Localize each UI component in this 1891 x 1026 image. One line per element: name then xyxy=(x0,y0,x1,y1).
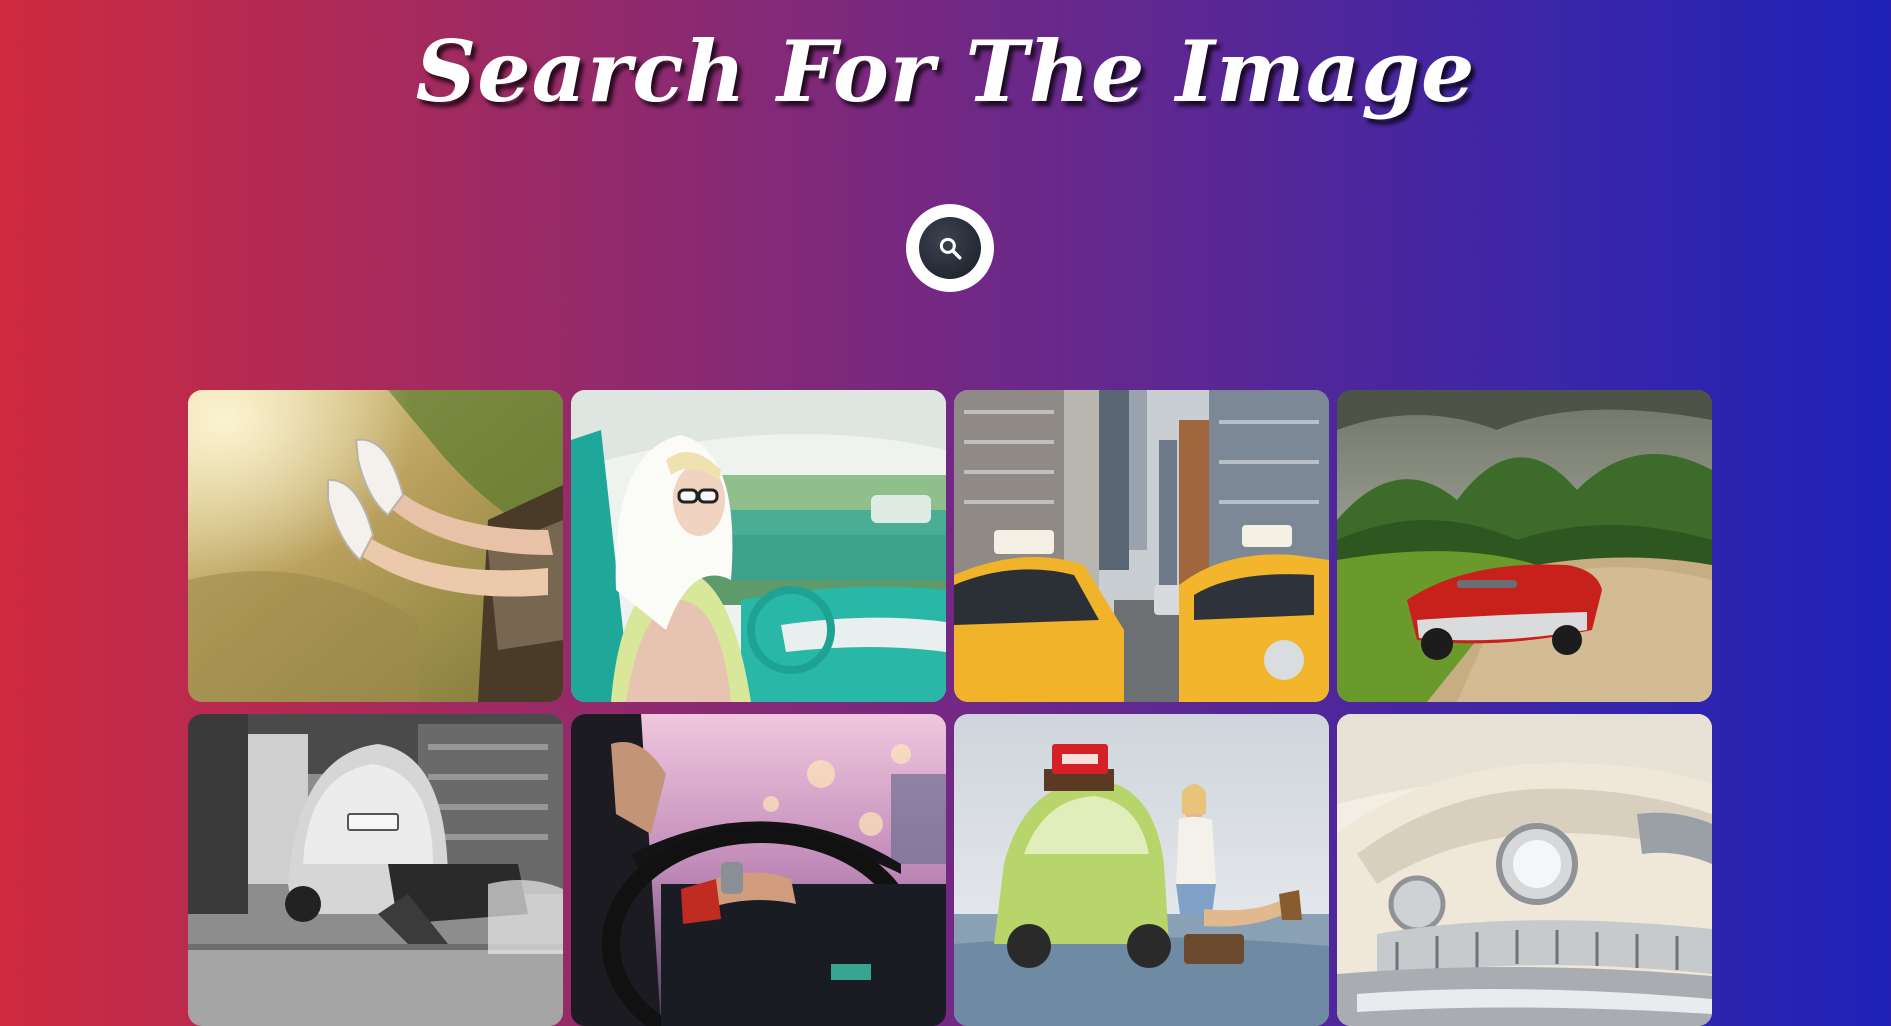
gallery-image-retro-driver[interactable] xyxy=(571,390,946,702)
search-icon xyxy=(939,237,962,260)
page-title: Search For The Image xyxy=(415,22,1476,121)
retro-driver-photo xyxy=(571,390,946,702)
gallery-image-beach-beetle[interactable] xyxy=(954,714,1329,1026)
gallery-image-taxis[interactable] xyxy=(954,390,1329,702)
gallery-image-red-convertible[interactable] xyxy=(1337,390,1712,702)
taxis-photo xyxy=(954,390,1329,702)
steering-wheel-photo xyxy=(571,714,946,1026)
gallery-image-bw-garage[interactable] xyxy=(188,714,563,1026)
cadillac-photo xyxy=(1337,714,1712,1026)
red-convertible-photo xyxy=(1337,390,1712,702)
search-button[interactable] xyxy=(906,204,994,292)
beach-beetle-photo xyxy=(954,714,1329,1026)
image-gallery xyxy=(188,390,1712,1026)
gallery-image-cadillac[interactable] xyxy=(1337,714,1712,1026)
sneakers-photo xyxy=(188,390,563,702)
search-button-core[interactable] xyxy=(919,217,981,279)
gallery-image-sneakers[interactable] xyxy=(188,390,563,702)
gallery-image-steering-wheel[interactable] xyxy=(571,714,946,1026)
bw-garage-photo xyxy=(188,714,563,1026)
